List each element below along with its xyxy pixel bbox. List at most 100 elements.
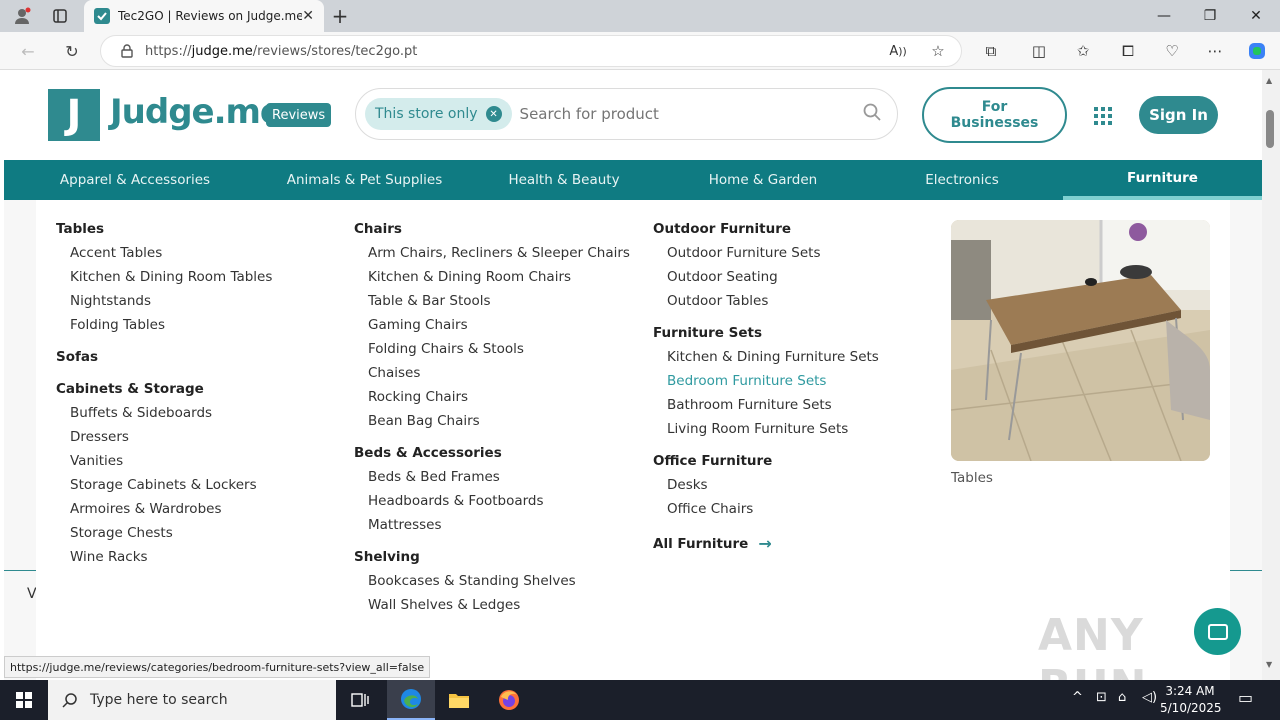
collections-icon[interactable]: ⧠ xyxy=(1117,41,1139,61)
menu-heading-furniture-sets[interactable]: Furniture Sets xyxy=(653,324,879,348)
nav-furniture[interactable]: Furniture xyxy=(1063,160,1262,200)
menu-item[interactable]: Armoires & Wardrobes xyxy=(56,500,272,524)
menu-item[interactable]: Gaming Chairs xyxy=(354,316,630,340)
menu-item[interactable]: Desks xyxy=(653,476,879,500)
volume-icon[interactable]: ◁) xyxy=(1142,690,1157,705)
firefox-icon[interactable] xyxy=(485,680,533,720)
menu-item[interactable]: Kitchen & Dining Furniture Sets xyxy=(653,348,879,372)
menu-heading-tables[interactable]: Tables xyxy=(56,220,272,244)
menu-item[interactable]: Folding Tables xyxy=(56,316,272,340)
menu-item[interactable]: Storage Chests xyxy=(56,524,272,548)
scroll-down-icon[interactable]: ▼ xyxy=(1266,660,1272,669)
browser-tab-active[interactable]: Tec2GO | Reviews on Judge.me ✕ xyxy=(84,0,324,32)
for-businesses-button[interactable]: For Businesses xyxy=(922,87,1067,143)
menu-heading-office-furniture[interactable]: Office Furniture xyxy=(653,452,879,476)
file-explorer-icon[interactable] xyxy=(435,680,483,720)
judgeme-logo-text[interactable]: Judge.me xyxy=(110,92,283,132)
start-button[interactable] xyxy=(0,680,48,720)
menu-item[interactable]: Accent Tables xyxy=(56,244,272,268)
tray-overflow-icon[interactable]: ^ xyxy=(1072,690,1083,705)
task-view-icon[interactable] xyxy=(336,680,384,720)
menu-item[interactable]: Living Room Furniture Sets xyxy=(653,420,879,444)
menu-item[interactable]: Nightstands xyxy=(56,292,272,316)
menu-item[interactable]: Folding Chairs & Stools xyxy=(354,340,630,364)
menu-heading-outdoor-furniture[interactable]: Outdoor Furniture xyxy=(653,220,879,244)
search-icon[interactable] xyxy=(863,103,881,126)
tab-actions-icon[interactable] xyxy=(50,6,70,26)
menu-heading-chairs[interactable]: Chairs xyxy=(354,220,630,244)
extensions-icon[interactable]: ⧉ xyxy=(980,41,1002,61)
menu-item[interactable]: Outdoor Furniture Sets xyxy=(653,244,879,268)
menu-item[interactable]: Bookcases & Standing Shelves xyxy=(354,572,630,596)
windows-logo-icon xyxy=(16,692,32,708)
notifications-icon[interactable]: ▭ xyxy=(1238,688,1253,707)
site-header: J Judge.me Reviews This store only ✕ For… xyxy=(0,70,1262,160)
browser-essentials-icon[interactable]: ♡ xyxy=(1161,41,1183,61)
menu-item[interactable]: Chaises xyxy=(354,364,630,388)
nav-health-beauty[interactable]: Health & Beauty xyxy=(463,160,665,200)
nav-apparel-accessories[interactable]: Apparel & Accessories xyxy=(4,160,266,200)
menu-item[interactable]: Bean Bag Chairs xyxy=(354,412,630,436)
reload-icon[interactable]: ↻ xyxy=(60,40,84,62)
menu-item[interactable]: Arm Chairs, Recliners & Sleeper Chairs xyxy=(354,244,630,268)
remove-filter-icon[interactable]: ✕ xyxy=(485,106,502,122)
scroll-up-icon[interactable]: ▲ xyxy=(1266,76,1272,85)
menu-heading-cabinets-storage[interactable]: Cabinets & Storage xyxy=(56,380,272,404)
product-search-input[interactable] xyxy=(519,105,850,123)
menu-item[interactable]: Buffets & Sideboards xyxy=(56,404,272,428)
read-aloud-icon[interactable]: A)) xyxy=(887,41,909,61)
favorites-icon[interactable]: ✩ xyxy=(1072,41,1094,61)
nav-electronics[interactable]: Electronics xyxy=(861,160,1063,200)
copilot-icon[interactable] xyxy=(1246,41,1268,61)
close-window-icon[interactable]: ✕ xyxy=(1236,4,1276,28)
menu-item[interactable]: Office Chairs xyxy=(653,500,879,524)
menu-item[interactable]: Storage Cabinets & Lockers xyxy=(56,476,272,500)
menu-item[interactable]: Rocking Chairs xyxy=(354,388,630,412)
restore-icon[interactable]: ❐ xyxy=(1190,4,1230,28)
lock-icon[interactable] xyxy=(121,44,133,58)
menu-item[interactable]: Dressers xyxy=(56,428,272,452)
edge-taskbar-icon[interactable] xyxy=(387,680,435,720)
menu-heading-shelving[interactable]: Shelving xyxy=(354,548,630,572)
nav-animals-pet-supplies[interactable]: Animals & Pet Supplies xyxy=(266,160,463,200)
menu-item[interactable]: Beds & Bed Frames xyxy=(354,468,630,492)
minimize-icon[interactable]: — xyxy=(1144,4,1184,28)
page-scrollbar[interactable]: ▲ ▼ xyxy=(1262,70,1280,680)
back-icon[interactable]: ← xyxy=(16,40,40,62)
menu-item[interactable]: Mattresses xyxy=(354,516,630,540)
apps-grid-icon[interactable] xyxy=(1094,107,1112,125)
close-tab-icon[interactable]: ✕ xyxy=(302,8,314,24)
menu-item[interactable]: Bathroom Furniture Sets xyxy=(653,396,879,420)
menu-item[interactable]: Wall Shelves & Ledges xyxy=(354,596,630,620)
chat-button[interactable] xyxy=(1194,608,1241,655)
store-filter-chip[interactable]: This store only ✕ xyxy=(365,98,512,130)
category-photo[interactable] xyxy=(951,220,1210,461)
all-furniture-link[interactable]: All Furniture → xyxy=(653,532,879,556)
profile-icon[interactable] xyxy=(12,6,32,26)
taskbar-search[interactable]: Type here to search xyxy=(48,680,336,720)
scroll-thumb[interactable] xyxy=(1266,110,1274,148)
split-screen-icon[interactable]: ◫ xyxy=(1028,41,1050,61)
menu-item[interactable]: Kitchen & Dining Room Tables xyxy=(56,268,272,292)
favorite-star-icon[interactable]: ☆ xyxy=(927,41,949,61)
menu-heading-beds-accessories[interactable]: Beds & Accessories xyxy=(354,444,630,468)
settings-more-icon[interactable]: ⋯ xyxy=(1204,41,1226,61)
nav-home-garden[interactable]: Home & Garden xyxy=(665,160,861,200)
reviews-badge: Reviews xyxy=(266,103,332,127)
menu-item[interactable]: Table & Bar Stools xyxy=(354,292,630,316)
judgeme-logo-mark[interactable]: J xyxy=(48,89,100,141)
url-field[interactable]: https://judge.me/reviews/stores/tec2go.p… xyxy=(100,35,962,67)
menu-item[interactable]: Headboards & Footboards xyxy=(354,492,630,516)
sign-in-button[interactable]: Sign In xyxy=(1139,96,1218,134)
menu-item[interactable]: Outdoor Seating xyxy=(653,268,879,292)
network-icon[interactable]: ⌂ xyxy=(1118,690,1126,705)
menu-item-hovered[interactable]: Bedroom Furniture Sets xyxy=(653,372,879,396)
new-tab-icon[interactable]: + xyxy=(330,4,350,28)
menu-heading-sofas[interactable]: Sofas xyxy=(56,348,272,372)
menu-item[interactable]: Wine Racks xyxy=(56,548,272,572)
network-drive-icon[interactable]: ⊡ xyxy=(1096,690,1107,705)
menu-item[interactable]: Kitchen & Dining Room Chairs xyxy=(354,268,630,292)
menu-item[interactable]: Vanities xyxy=(56,452,272,476)
menu-item[interactable]: Outdoor Tables xyxy=(653,292,879,316)
taskbar-clock[interactable]: 3:24 AM 5/10/2025 xyxy=(1160,683,1222,717)
